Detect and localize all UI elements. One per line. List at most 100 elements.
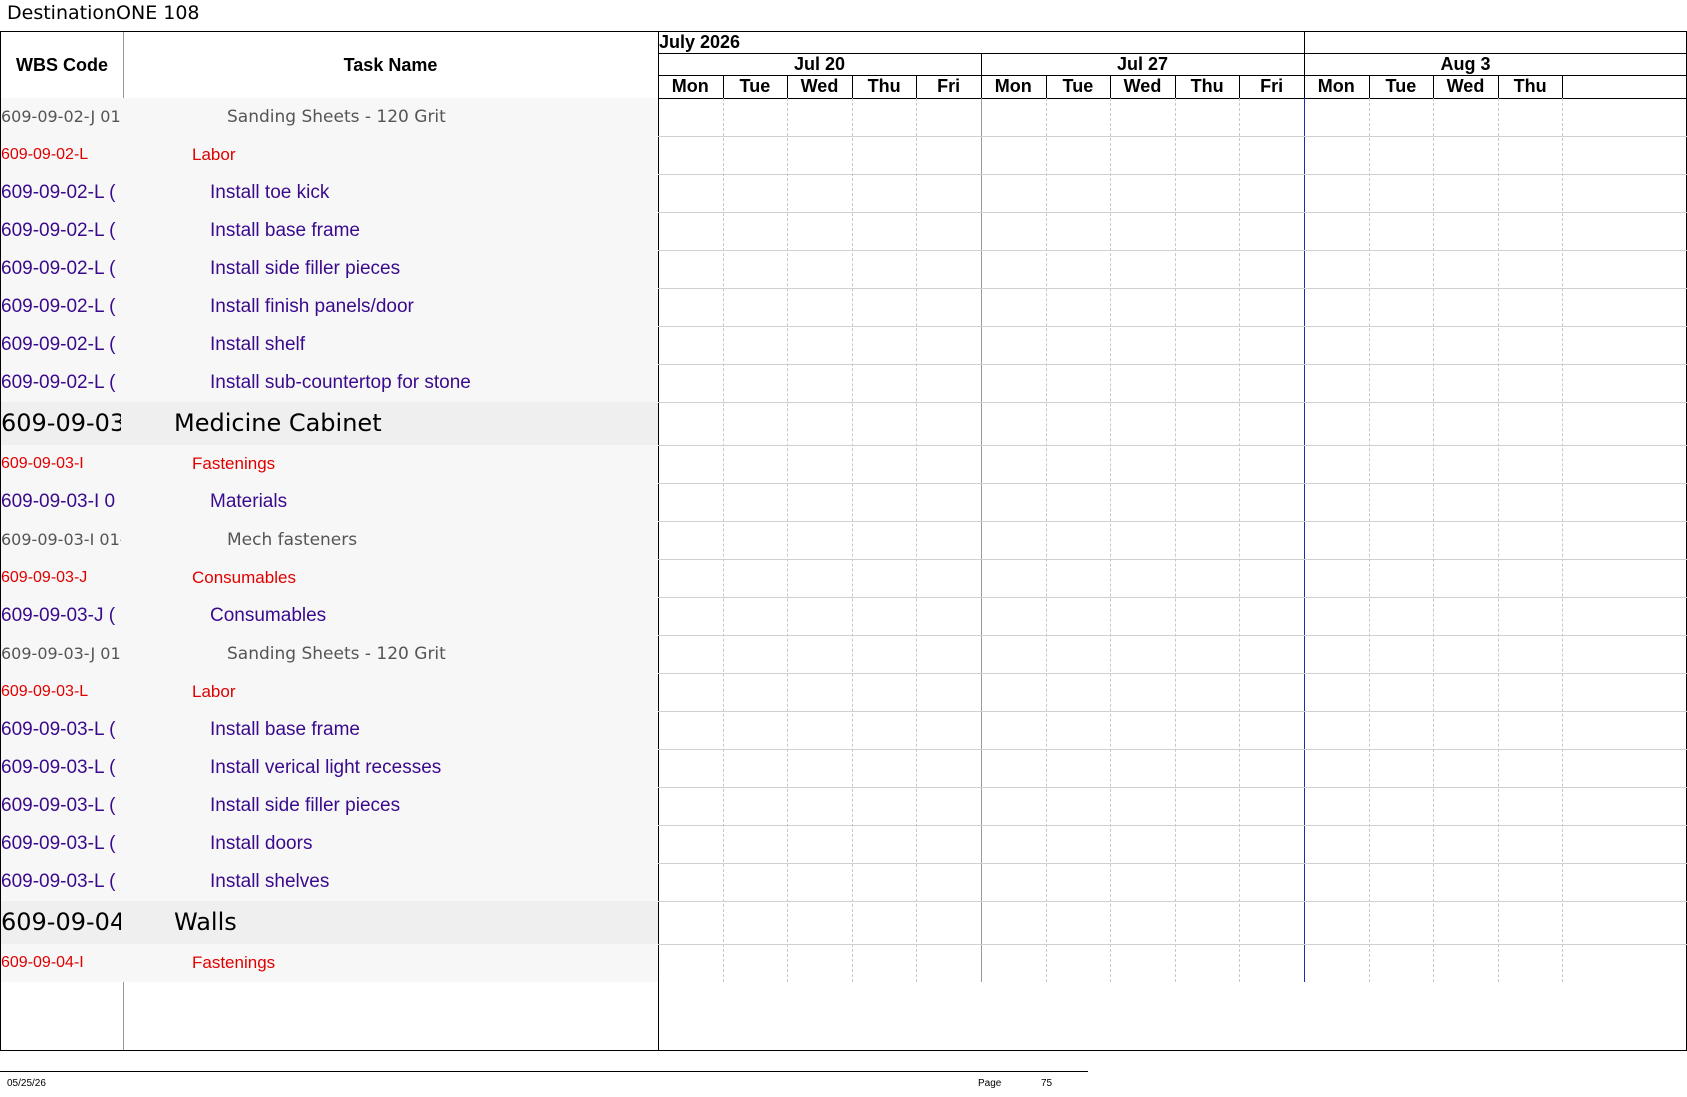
grid-line [916,75,918,98]
day-header: Wed [800,76,839,96]
task-name-cell: Sanding Sheets - 120 Grit [227,107,446,127]
day-header: Tue [1062,76,1094,96]
wbs-code-cell: 609-09-03-J 01 [1,644,121,663]
task-name-cell: Install side filler pieces [210,795,401,816]
wbs-code-cell: 609-09-04-I [1,954,84,971]
grid-line [1497,98,1499,982]
day-header: Thu [867,76,901,96]
week-header-jul-27: Jul 27 [1116,54,1169,74]
timeline-divider [658,32,659,1050]
grid-line [658,75,1687,76]
day-header: Fri [937,76,961,96]
wbs-code-cell: 609-09-03-L ( [1,719,116,740]
task-name-cell: Install verical light recesses [210,757,442,778]
gantt-sheet: WBS Code Task Name July 2026 Jul 20 Jul … [0,31,1687,1051]
grid-line [787,75,789,98]
footer-date: 05/25/26 [7,1078,46,1089]
task-name-cell: Consumables [192,568,296,587]
task-name-cell: Medicine Cabinet [174,409,382,437]
wbs-code-cell: 609-09-03-J ( [1,605,116,626]
day-header: Thu [1190,76,1224,96]
day-header: Wed [1123,76,1162,96]
grid-line [981,98,982,982]
day-header: Mon [671,76,709,96]
task-name-cell: Consumables [210,605,327,626]
task-name-cell: Fastenings [192,953,276,972]
task-name-cell: Install base frame [210,220,360,241]
task-name-cell: Install finish panels/door [210,296,414,317]
wbs-code-cell: 609-09-02-L ( [1,220,116,241]
wbs-code-cell: 609-09-03-I 0 [1,491,116,512]
wbs-code-cell: 609-09-02-L ( [1,258,116,279]
day-header: Thu [1513,76,1547,96]
footer-rule [0,1071,1088,1072]
wbs-code-cell: 609-09-03-L ( [1,757,116,778]
grid-line [916,98,918,982]
task-name-cell: Install base frame [210,719,360,740]
day-header: Fri [1260,76,1284,96]
grid-line [1368,98,1370,982]
day-header: Mon [994,76,1032,96]
month-header-july-2026: July 2026 [659,32,741,52]
wbs-code-cell: 609-09-02-L [1,146,89,163]
task-name-cell: Install toe kick [210,182,330,203]
wbs-code-cell: 609-09-03-L [1,683,89,700]
wbs-code-cell: 609-09-02-L ( [1,372,116,393]
grid-line [981,53,982,98]
grid-line [722,98,724,982]
grid-line [722,75,724,98]
grid-line [1304,32,1305,53]
footer-page-number: 75 [1041,1078,1053,1089]
task-header[interactable]: Task Name [123,32,658,98]
grid-line [1562,98,1564,982]
document-title: DestinationONE 108 [7,2,200,24]
grid-line [1368,75,1370,98]
grid-line [1497,75,1499,98]
task-name-cell: Install sub-countertop for stone [210,372,471,393]
day-header: Wed [1446,76,1485,96]
task-name-cell: Materials [210,491,288,512]
grid-line [1433,75,1435,98]
task-name-cell: Fastenings [192,454,276,473]
grid-line [1174,98,1176,982]
task-name-cell: Walls [174,908,237,936]
task-name-cell: Mech fasteners [227,530,358,550]
grid-line [851,75,853,98]
week-header-jul-20: Jul 20 [793,54,846,74]
grid-line [1045,75,1047,98]
wbs-code-cell: 609-09-02-L ( [1,334,116,355]
grid-line [1239,98,1241,982]
grid-line [1433,98,1435,982]
wbs-code-cell: 609-09-03-I [1,455,84,472]
grid-line [787,98,789,982]
day-header: Mon [1317,76,1355,96]
footer-page-label: Page [978,1078,1002,1089]
wbs-code-cell: 609-09-03-J [1,569,88,586]
week-header-aug-3: Aug 3 [1440,54,1491,74]
task-name-cell: Install shelf [210,334,306,355]
month-header-next [1304,32,1569,53]
grid-line [1562,75,1564,98]
wbs-code-cell: 609-09-03 [1,409,121,437]
task-name-cell: Install doors [210,833,313,854]
grid-line [1174,75,1176,98]
grid-line [1110,75,1112,98]
wbs-code-cell: 609-09-03-I 01- [1,530,121,549]
grid-line [1239,75,1241,98]
wbs-code-cell: 609-09-02-L ( [1,182,116,203]
grid-line [1304,53,1305,98]
task-name-cell: Install shelves [210,871,330,892]
day-header: Tue [739,76,771,96]
grid-line [851,98,853,982]
day-header: Tue [1385,76,1417,96]
task-name-cell: Install side filler pieces [210,258,401,279]
grid-line [1110,98,1112,982]
task-name-cell: Labor [192,682,236,701]
wbs-header[interactable]: WBS Code [1,32,123,98]
task-name-cell: Sanding Sheets - 120 Grit [227,644,446,664]
grid-line [658,53,1687,54]
grid-line [1045,98,1047,982]
wbs-code-cell: 609-09-03-L ( [1,795,116,816]
week-marker-line [1304,98,1305,982]
wbs-code-cell: 609-09-02-J 01 [1,107,121,126]
